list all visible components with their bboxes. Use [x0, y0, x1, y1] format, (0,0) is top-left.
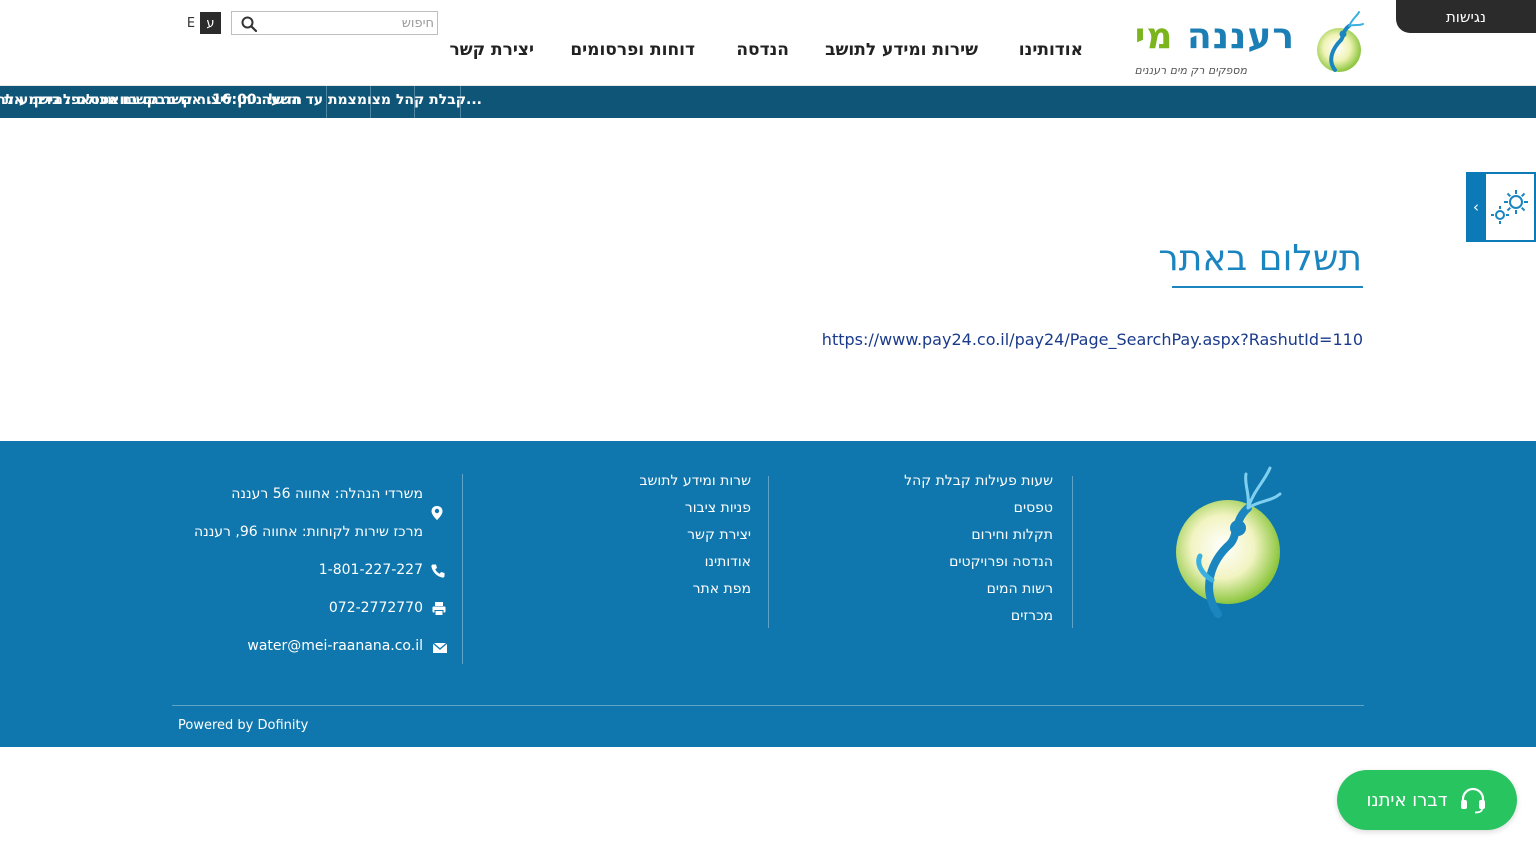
nav-item-about[interactable]: אודותינו	[1019, 40, 1083, 60]
search-input[interactable]	[262, 13, 434, 33]
nav-item-resident-services[interactable]: שירות ומידע לתושב	[825, 40, 978, 60]
chevron-left-icon[interactable]: ‹	[1466, 172, 1486, 242]
footer-link-about[interactable]: אודותינו	[705, 554, 751, 570]
accessibility-button[interactable]: נגישות	[1396, 0, 1536, 33]
fax-icon	[432, 602, 446, 616]
phone-icon	[431, 564, 445, 578]
footer-link-public-inquiries[interactable]: פניות ציבור	[685, 500, 751, 516]
footer-divider	[1072, 476, 1073, 628]
footer-link-engineering[interactable]: הנדסה ופרויקטים	[949, 554, 1053, 570]
nav-item-engineering[interactable]: הנדסה	[736, 40, 789, 60]
chat-label: דברו איתנו	[1366, 789, 1448, 811]
logo-title: רעננה מי	[1134, 16, 1295, 57]
footer-fax: 072-2772770	[328, 600, 423, 616]
footer-link-contact[interactable]: יצירת קשר	[687, 527, 751, 543]
footer-address-service: מרכז שירות לקוחות: אחווה 96, רעננה	[193, 524, 423, 540]
payment-link[interactable]: https://www.pay24.co.il/pay24/Page_Searc…	[822, 330, 1363, 349]
footer-logo-icon[interactable]	[1172, 464, 1284, 622]
footer-link-hours[interactable]: שעות פעילות קבלת קהל	[904, 473, 1053, 489]
footer-link-water-authority[interactable]: רשות המים	[987, 581, 1053, 597]
footer-phone[interactable]: 1-801-227-227	[319, 562, 423, 578]
email-icon	[432, 642, 448, 653]
page-title: תשלום באתר	[1158, 238, 1362, 279]
search-box	[231, 11, 438, 35]
footer-divider	[462, 474, 463, 664]
footer-link-tenders[interactable]: מכרזים	[1011, 608, 1053, 624]
footer-bottom-divider	[172, 705, 1364, 706]
logo-subtitle: מספקים רק מים רעננים	[1134, 64, 1247, 77]
footer-link-faults[interactable]: תקלות וחירום	[971, 527, 1053, 543]
footer-link-forms[interactable]: טפסים	[1014, 500, 1053, 516]
logo-emblem-icon	[1317, 11, 1364, 72]
footer-link-resident-services[interactable]: שרות ומידע לתושב	[639, 473, 751, 489]
footer-divider	[768, 476, 769, 628]
ticker-item[interactable]: ...קבלת קהל מצומצמת עד השעה 16:00. אנו מ…	[0, 92, 482, 108]
nav-item-reports[interactable]: דוחות ופרסומים	[570, 40, 695, 60]
footer-link-sitemap[interactable]: מפת אתר	[693, 581, 751, 597]
powered-by-link[interactable]: Powered by Dofinity	[178, 718, 308, 733]
gears-icon	[1491, 190, 1528, 224]
language-english-button[interactable]: E	[184, 12, 198, 34]
news-ticker: חדש! ניתן ליצור קשר גם בוואטסאפ. בדקו את…	[0, 86, 1536, 118]
chat-button[interactable]: דברו איתנו	[1337, 770, 1517, 830]
site-logo[interactable]: רעננה מי מספקים רק מים רעננים	[1115, 10, 1365, 80]
location-pin-icon	[431, 506, 443, 520]
search-icon[interactable]	[240, 15, 258, 33]
language-hebrew-button[interactable]: ע	[200, 12, 221, 34]
nav-item-contact[interactable]: יצירת קשר	[449, 40, 534, 60]
settings-widget-button[interactable]	[1486, 172, 1536, 242]
footer-address-main: משרדי הנהלה: אחווה 56 רעננה	[231, 486, 423, 502]
headset-icon	[1460, 787, 1485, 814]
accessibility-side-widget: ‹	[1466, 172, 1536, 242]
title-underline	[1172, 286, 1363, 288]
footer-email[interactable]: water@mei-raanana.co.il	[247, 638, 423, 654]
